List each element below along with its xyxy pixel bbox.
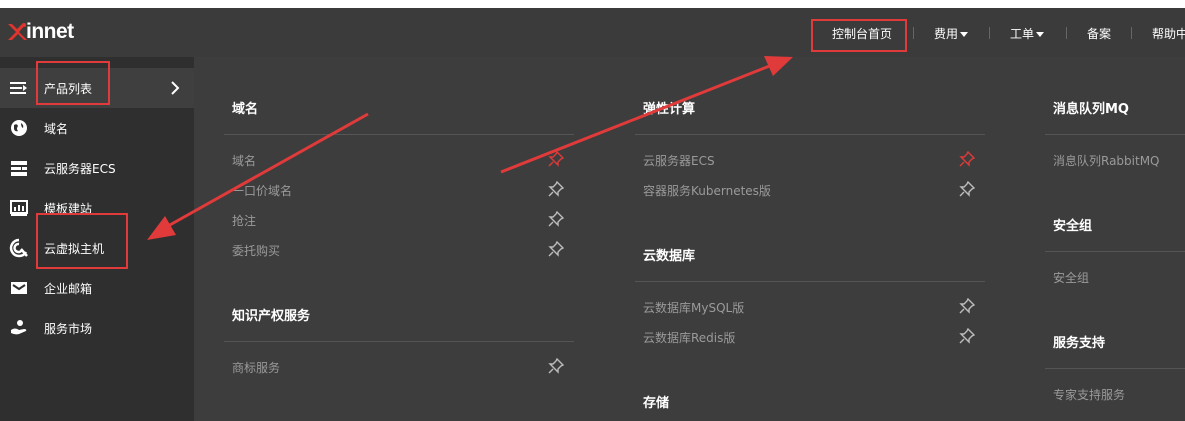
nav-tickets[interactable]: 工单	[1010, 25, 1045, 42]
category-title-ip: 知识产权服务	[232, 309, 311, 324]
nav-fees-label: 费用	[934, 27, 959, 41]
annotation-box-virtual-host	[36, 213, 128, 269]
pin-icon[interactable]	[959, 298, 975, 314]
pin-icon-pinned[interactable]	[548, 151, 564, 167]
sidebar-item-label: 服务市场	[44, 321, 93, 336]
product-link[interactable]: 域名	[232, 152, 256, 169]
sidebar-item-ecs[interactable]: 云服务器ECS	[0, 148, 194, 188]
virtual-host-icon	[9, 238, 28, 258]
pin-icon[interactable]	[548, 241, 564, 257]
divider	[224, 341, 574, 342]
market-icon	[11, 320, 27, 335]
product-catalog-panel: 域名 域名 一口价域名 抢注 委托购买 知识产权服务 商标服务 弹性计算 云服务…	[194, 57, 1185, 421]
nav-separator	[1131, 27, 1132, 39]
product-link[interactable]: 消息队列RabbitMQ	[1053, 152, 1160, 169]
pin-icon[interactable]	[959, 328, 975, 344]
divider	[1045, 134, 1185, 135]
product-link[interactable]: 容器服务Kubernetes版	[643, 182, 771, 199]
nav-separator	[913, 27, 914, 39]
category-title-storage: 存储	[643, 396, 670, 411]
pin-icon[interactable]	[548, 181, 564, 197]
divider	[635, 134, 985, 135]
category-title-database: 云数据库	[643, 249, 696, 264]
product-link[interactable]: 商标服务	[232, 359, 280, 376]
nav-filing[interactable]: 备案	[1087, 25, 1111, 42]
sidebar-item-label: 域名	[44, 121, 69, 136]
annotation-box-console-home	[811, 19, 907, 52]
chevron-down-icon	[960, 32, 969, 37]
sidebar-item-label: 企业邮箱	[44, 281, 93, 296]
sidebar-item-label: 云服务器ECS	[44, 161, 116, 176]
top-bar: innet 控制台首页 费用 工单 备案 帮助中	[0, 8, 1185, 57]
category-title-mq: 消息队列MQ	[1053, 102, 1129, 117]
category-title-security-group: 安全组	[1053, 219, 1093, 234]
sidebar-item-enterprise-mail[interactable]: 企业邮箱	[0, 268, 194, 308]
nav-separator	[989, 27, 990, 39]
category-title-compute: 弹性计算	[643, 102, 696, 117]
product-link[interactable]: 云数据库Redis版	[643, 329, 735, 346]
template-icon	[10, 200, 28, 216]
mail-icon	[11, 282, 27, 294]
product-link[interactable]: 安全组	[1053, 269, 1089, 286]
pin-icon[interactable]	[548, 211, 564, 227]
chevron-right-icon	[171, 81, 180, 95]
product-link[interactable]: 委托购买	[232, 242, 280, 259]
sidebar-item-domain[interactable]: 域名	[0, 108, 194, 148]
category-title-support: 服务支持	[1053, 336, 1106, 351]
top-nav: 控制台首页 费用 工单 备案 帮助中	[0, 8, 1185, 57]
product-link[interactable]: 云服务器ECS	[643, 152, 715, 169]
divider	[635, 281, 985, 282]
divider	[1045, 251, 1185, 252]
nav-separator	[1066, 27, 1067, 39]
menu-icon	[10, 82, 27, 94]
divider	[224, 134, 574, 135]
pin-icon[interactable]	[548, 358, 564, 374]
product-link[interactable]: 抢注	[232, 212, 256, 229]
chevron-down-icon	[1036, 32, 1045, 37]
product-link[interactable]: 专家支持服务	[1053, 386, 1125, 403]
product-link[interactable]: 一口价域名	[232, 182, 292, 199]
pin-icon[interactable]	[959, 181, 975, 197]
globe-icon	[11, 120, 27, 136]
server-icon	[11, 161, 27, 176]
top-whitespace	[0, 0, 1185, 8]
pin-icon-pinned[interactable]	[959, 151, 975, 167]
nav-tickets-label: 工单	[1010, 27, 1035, 41]
nav-fees[interactable]: 费用	[934, 25, 969, 42]
nav-help[interactable]: 帮助中	[1152, 25, 1185, 42]
sidebar-item-service-market[interactable]: 服务市场	[0, 308, 194, 348]
divider	[1045, 368, 1185, 369]
category-title-domain: 域名	[232, 102, 259, 117]
annotation-box-product-list	[36, 61, 110, 105]
product-link[interactable]: 云数据库MySQL版	[643, 299, 744, 316]
